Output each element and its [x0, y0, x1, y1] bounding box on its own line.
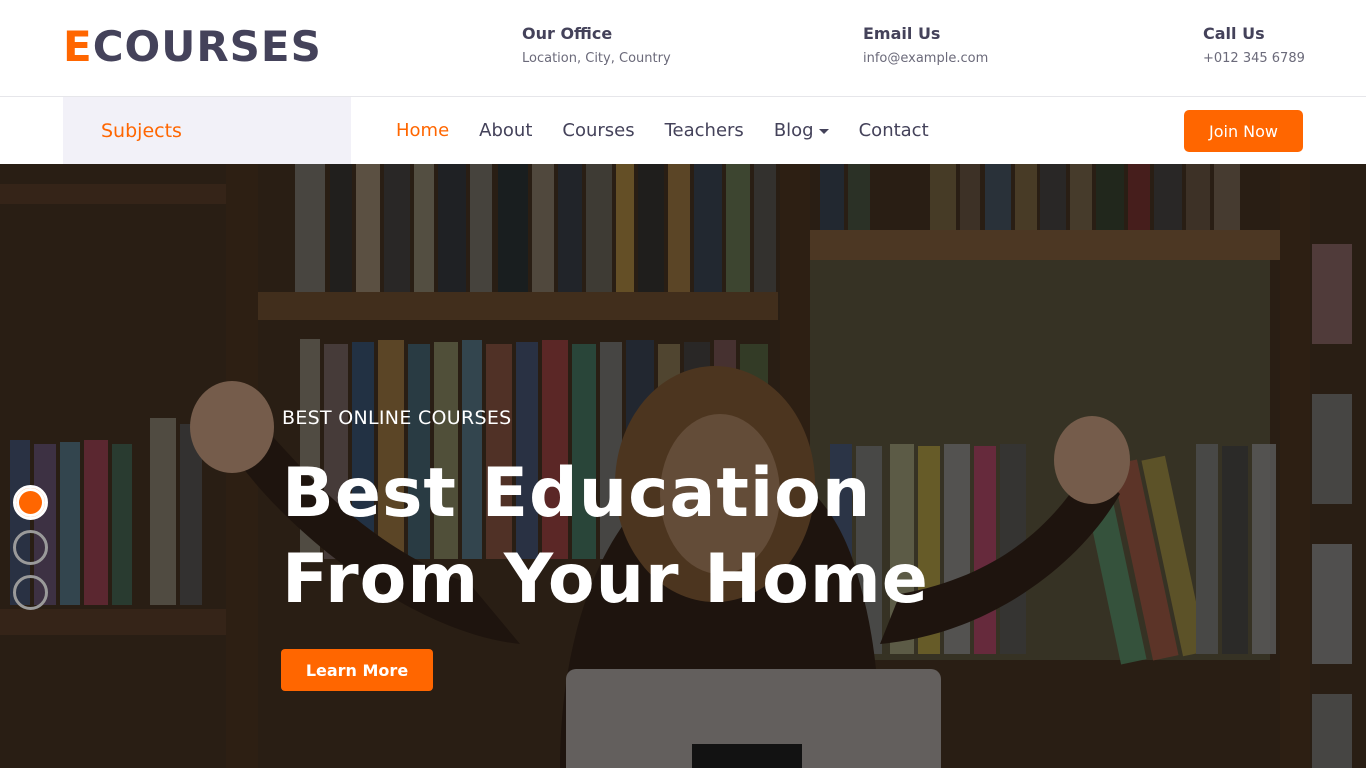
carousel-indicator-1[interactable] [13, 485, 48, 520]
carousel-indicator-2[interactable] [13, 530, 48, 565]
main-navbar: Subjects Home About Courses Teachers Blo… [0, 97, 1366, 164]
join-now-button[interactable]: Join Now [1184, 110, 1303, 152]
top-header: ECOURSES Our Office Location, City, Coun… [0, 0, 1366, 97]
nav-blog-label: Blog [773, 120, 814, 141]
office-label: Our Office [522, 24, 613, 43]
chevron-down-icon [818, 129, 829, 134]
hero-text-block: BEST ONLINE COURSES Best Education From … [282, 407, 929, 623]
site-logo[interactable]: ECOURSES [63, 24, 322, 70]
email-info: Email Us info@example.com [863, 24, 988, 67]
nav-courses[interactable]: Courses [562, 120, 634, 141]
logo-text: COURSES [92, 22, 322, 71]
call-value[interactable]: +012 345 6789 [1203, 51, 1305, 67]
carousel-indicator-3[interactable] [13, 575, 48, 610]
nav-about[interactable]: About [479, 120, 532, 141]
hero-title: Best Education From Your Home [282, 451, 929, 623]
hero-title-line-2: From Your Home [282, 540, 929, 619]
call-info: Call Us +012 345 6789 [1203, 24, 1305, 67]
office-info: Our Office Location, City, Country [522, 24, 671, 67]
hero-carousel: BEST ONLINE COURSES Best Education From … [0, 164, 1366, 768]
email-label: Email Us [863, 24, 941, 43]
nav-home[interactable]: Home [396, 120, 449, 141]
nav-teachers[interactable]: Teachers [665, 120, 744, 141]
nav-blog[interactable]: Blog [774, 120, 829, 141]
hero-title-line-1: Best Education [282, 454, 872, 533]
nav-links: Home About Courses Teachers Blog Contact [396, 97, 959, 164]
email-value[interactable]: info@example.com [863, 51, 988, 67]
subjects-dropdown[interactable]: Subjects [63, 97, 351, 164]
learn-more-button[interactable]: Learn More [281, 649, 433, 691]
office-value: Location, City, Country [522, 51, 671, 66]
hero-kicker: BEST ONLINE COURSES [282, 407, 512, 429]
nav-contact[interactable]: Contact [859, 120, 929, 141]
call-label: Call Us [1203, 24, 1265, 43]
logo-accent-letter: E [63, 22, 93, 71]
